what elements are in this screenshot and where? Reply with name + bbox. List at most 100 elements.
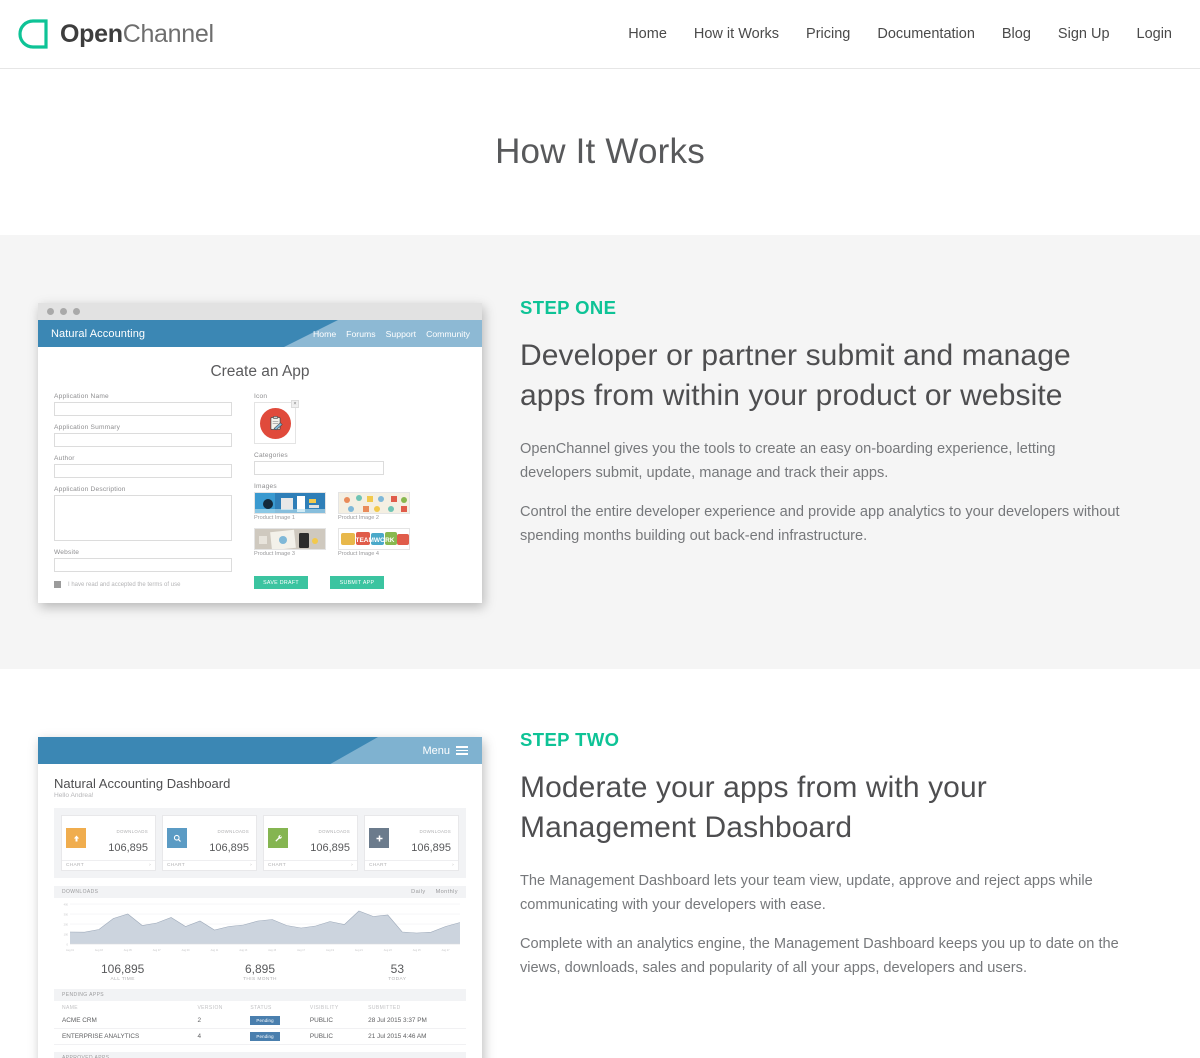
stat-card-downloads-4[interactable]: DOWNLOADS 106,895 CHART ›	[364, 815, 459, 871]
nav-item-pricing[interactable]: Pricing	[806, 26, 850, 42]
create-app-form: Application Name Application Summary Aut…	[54, 393, 466, 589]
step-two-paragraph-1: The Management Dashboard lets your team …	[520, 872, 1093, 913]
application-description-textarea[interactable]	[54, 495, 232, 541]
step-one-text-column: STEP ONE Developer or partner submit and…	[520, 235, 1120, 565]
product-image-2-thumb[interactable]	[338, 492, 410, 514]
nav-item-blog[interactable]: Blog	[1002, 26, 1031, 42]
svg-text:Aug 13: Aug 13	[239, 949, 248, 952]
product-image-3-caption: Product Image 3	[254, 551, 296, 557]
step-two-label: STEP TWO	[520, 729, 620, 750]
brand-name-light: Channel	[122, 19, 214, 48]
chart-stat-today: 53 TODAY	[329, 962, 466, 982]
svg-text:Aug 19: Aug 19	[326, 949, 335, 952]
application-name-input[interactable]	[54, 402, 232, 416]
submit-app-button[interactable]: SUBMIT APP	[330, 576, 384, 589]
downloads-area-chart: 0 100 200 300 400 Aug 01 Aug 03 Aug 05 Aug 07 Aug…	[64, 903, 461, 952]
search-icon	[167, 828, 187, 848]
stat-card-downloads-1[interactable]: DOWNLOADS 106,895 CHART ›	[61, 815, 156, 871]
step-one-paragraph-1: OpenChannel gives you the tools to creat…	[520, 440, 1056, 481]
cell-name: ACME CRM	[54, 1013, 190, 1029]
nav-item-documentation[interactable]: Documentation	[877, 26, 975, 42]
save-draft-button[interactable]: SAVE DRAFT	[254, 576, 308, 589]
stat-cards-row: DOWNLOADS 106,895 CHART › DOWNLOADS 106,…	[54, 808, 466, 878]
openchannel-logo-icon	[16, 17, 50, 51]
nav-item-home[interactable]: Home	[628, 26, 667, 42]
table-row[interactable]: ENTERPRISE ANALYTICS 4 Pending PUBLIC 21…	[54, 1028, 466, 1045]
stat-card-label: DOWNLOADS	[318, 829, 350, 834]
clipboard-icon	[259, 407, 291, 439]
field-label-application-summary: Application Summary	[54, 424, 121, 431]
pending-apps-header: PENDING APPS	[54, 989, 466, 1001]
dashboard-menu-button[interactable]: Menu	[422, 745, 468, 757]
chart-stat-value: 6,895	[244, 962, 275, 976]
upload-icon	[66, 828, 86, 848]
product-image-1-cell: Product Image 1	[254, 492, 326, 524]
mockup-nav-forums[interactable]: Forums	[346, 329, 375, 339]
step-one-screenshot-column: Natural Accounting Home Forums Support C…	[0, 235, 520, 603]
product-image-1-thumb[interactable]	[254, 492, 326, 514]
approved-apps-header: APPROVED APPS	[54, 1052, 466, 1058]
app-icon-upload[interactable]: ×	[254, 400, 299, 444]
stat-card-values: DOWNLOADS 106,895	[310, 820, 353, 856]
field-label-author: Author	[54, 455, 75, 462]
step-one-label: STEP ONE	[520, 297, 617, 318]
nav-item-how-it-works[interactable]: How it Works	[694, 26, 779, 42]
chart-stat-value: 53	[390, 962, 404, 976]
mockup-nav-support[interactable]: Support	[386, 329, 416, 339]
chart-toggle-daily[interactable]: Daily	[411, 889, 425, 895]
chart-stat-label: TODAY	[388, 977, 407, 982]
stat-card-value: 106,895	[108, 842, 148, 854]
product-image-4-thumb[interactable]: TEAMWORK	[338, 528, 410, 550]
chart-plot-area: 0 100 200 300 400 Aug 01 Aug 03 Aug 05 Aug 07 Aug…	[54, 898, 466, 958]
status-badge: Pending	[250, 1032, 280, 1041]
chart-header: DOWNLOADS Daily Monthly	[54, 886, 466, 898]
mockup-nav-home[interactable]: Home	[313, 329, 336, 339]
chart-toggle-monthly[interactable]: Monthly	[436, 889, 458, 895]
stat-card-values: DOWNLOADS 106,895	[209, 820, 252, 856]
svg-text:300: 300	[64, 913, 69, 917]
categories-select[interactable]	[254, 461, 384, 475]
website-input[interactable]	[54, 558, 232, 572]
nav-item-login[interactable]: Login	[1137, 26, 1172, 42]
step-one-heading: Developer or partner submit and manage a…	[520, 339, 1071, 412]
main-navigation: Home How it Works Pricing Documentation …	[628, 26, 1172, 42]
step-one-paragraph-2: Control the entire developer experience …	[520, 504, 1120, 545]
stat-card-top: DOWNLOADS 106,895	[264, 816, 357, 860]
stat-card-footer[interactable]: CHART ›	[264, 860, 357, 870]
terms-checkbox[interactable]	[54, 581, 61, 588]
remove-icon-button[interactable]: ×	[291, 400, 299, 408]
product-image-3-thumb[interactable]	[254, 528, 326, 550]
stat-card-footer[interactable]: CHART ›	[62, 860, 155, 870]
chevron-right-icon: ›	[250, 863, 252, 868]
field-label-images: Images	[254, 483, 277, 490]
stat-card-footer[interactable]: CHART ›	[163, 860, 256, 870]
step-two-paragraph-2: Complete with an analytics engine, the M…	[520, 936, 1119, 977]
svg-text:Aug 17: Aug 17	[297, 949, 306, 952]
stat-card-footer[interactable]: CHART ›	[365, 860, 458, 870]
stat-card-downloads-2[interactable]: DOWNLOADS 106,895 CHART ›	[162, 815, 257, 871]
brand-logo[interactable]: OpenChannel	[16, 17, 214, 51]
chart-stat-this-month: 6,895 THIS MONTH	[191, 962, 328, 982]
stat-card-top: DOWNLOADS 106,895	[62, 816, 155, 860]
chart-stat-label: THIS MONTH	[243, 977, 277, 982]
plus-icon	[369, 828, 389, 848]
mockup-nav-community[interactable]: Community	[426, 329, 470, 339]
stat-card-downloads-3[interactable]: DOWNLOADS 106,895 CHART ›	[263, 815, 358, 871]
window-close-dot-icon	[47, 308, 54, 315]
step-two-screenshot-column: Menu Natural Accounting Dashboard Hello …	[0, 669, 520, 1058]
application-summary-input[interactable]	[54, 433, 232, 447]
svg-text:Aug 09: Aug 09	[182, 949, 191, 952]
mockup-titlebar	[38, 303, 482, 320]
table-row[interactable]: ACME CRM 2 Pending PUBLIC 28 Jul 2015 3:…	[54, 1013, 466, 1029]
nav-item-sign-up[interactable]: Sign Up	[1058, 26, 1110, 42]
field-label-categories: Categories	[254, 452, 288, 459]
stat-card-footer-label: CHART	[66, 863, 84, 868]
author-input[interactable]	[54, 464, 232, 478]
stat-card-value: 106,895	[411, 842, 451, 854]
hamburger-icon	[456, 746, 468, 755]
column-header-visibility: VISIBILITY	[309, 1005, 339, 1011]
product-image-2-caption: Product Image 2	[338, 515, 380, 521]
stat-card-value: 106,895	[310, 842, 350, 854]
column-header-submitted: SUBMITTED	[368, 1005, 401, 1011]
chart-stat-value: 106,895	[100, 962, 145, 976]
